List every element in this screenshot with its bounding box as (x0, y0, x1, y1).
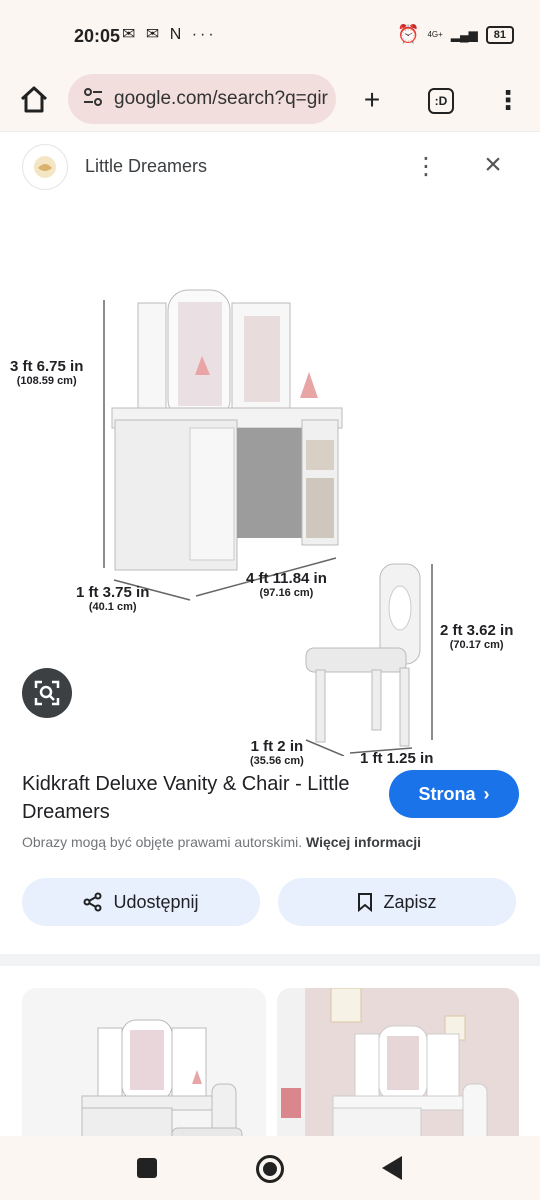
dim-height-label: 3 ft 6.75 in (108.59 cm) (10, 358, 83, 387)
status-bar: 20:05 ✉ ✉ N ··· ⏰ 4G+ ▂▄▆ 81 (0, 0, 540, 70)
status-right: ⏰ 4G+ ▂▄▆ 81 (397, 24, 514, 45)
system-nav-bar (0, 1136, 540, 1200)
home-nav-icon[interactable] (256, 1155, 284, 1183)
status-time: 20:05 (74, 26, 121, 46)
notification-icons: ✉ ✉ N ··· (122, 26, 217, 43)
chevron-right-icon: › (483, 783, 490, 804)
close-icon[interactable]: × (478, 148, 508, 182)
dim-width-label: 4 ft 11.84 in (97.16 cm) (246, 570, 327, 599)
bookmark-icon (358, 893, 373, 912)
dim-main: 3 ft 6.75 in (10, 358, 84, 375)
source-header: Little Dreamers ⋮ × (0, 132, 540, 208)
share-label: Udostępnij (113, 891, 199, 912)
section-divider (0, 954, 540, 966)
more-info-link[interactable]: Więcej informacji (306, 834, 421, 850)
tab-switcher-button[interactable]: :D (428, 88, 454, 114)
dim-chair-height-label: 2 ft 3.62 in (70.17 cm) (440, 622, 513, 651)
vanity-illustration (103, 289, 433, 757)
home-icon[interactable] (18, 84, 50, 116)
save-button[interactable]: Zapisz (278, 878, 516, 926)
dim-depth-label: 1 ft 3.75 in (40.1 cm) (76, 584, 149, 613)
source-logo (22, 144, 68, 190)
dim-sub: (70.17 cm) (449, 639, 504, 651)
dim-main: 1 ft 2 in (250, 738, 304, 755)
url-text: google.com/search?q=gir (114, 88, 328, 109)
alarm-icon: ⏰ (397, 24, 420, 44)
product-image[interactable]: 3 ft 6.75 in (108.59 cm) 1 ft 3.75 in (4… (0, 208, 540, 767)
dim-main: 2 ft 3.62 in (440, 622, 514, 639)
back-icon[interactable] (382, 1156, 402, 1185)
share-icon (83, 892, 102, 912)
battery-indicator: 81 (485, 25, 514, 44)
result-title[interactable]: Kidkraft Deluxe Vanity & Chair - Little … (22, 770, 362, 826)
signal-icon: ▂▄▆ (450, 27, 478, 42)
new-tab-icon[interactable]: + (356, 84, 388, 116)
copyright-notice: Obrazy mogą być objęte prawami autorskim… (22, 834, 421, 850)
site-settings-icon[interactable] (82, 86, 104, 113)
dim-sub: (108.59 cm) (16, 375, 77, 387)
more-options-icon[interactable]: ⋮ (414, 152, 438, 182)
browser-toolbar: google.com/search?q=gir + :D ⋮ (0, 70, 540, 132)
network-label: 4G+ (427, 29, 443, 39)
save-label: Zapisz (383, 891, 437, 912)
lens-search-icon[interactable] (22, 668, 72, 718)
visit-label: Strona (418, 783, 476, 804)
dim-sub: (40.1 cm) (88, 601, 137, 613)
dim-sub: (97.16 cm) (259, 587, 314, 599)
recents-icon[interactable] (137, 1158, 157, 1178)
share-button[interactable]: Udostępnij (22, 878, 260, 926)
menu-icon[interactable]: ⋮ (492, 84, 524, 116)
source-name: Little Dreamers (85, 156, 208, 176)
address-bar[interactable]: google.com/search?q=gir (68, 74, 336, 124)
copyright-text: Obrazy mogą być objęte prawami autorskim… (22, 834, 303, 850)
dim-main: 1 ft 3.75 in (76, 584, 150, 601)
result-info: Kidkraft Deluxe Vanity & Chair - Little … (0, 756, 540, 954)
visit-button[interactable]: Strona › (389, 770, 519, 818)
dim-main: 4 ft 11.84 in (246, 570, 327, 587)
